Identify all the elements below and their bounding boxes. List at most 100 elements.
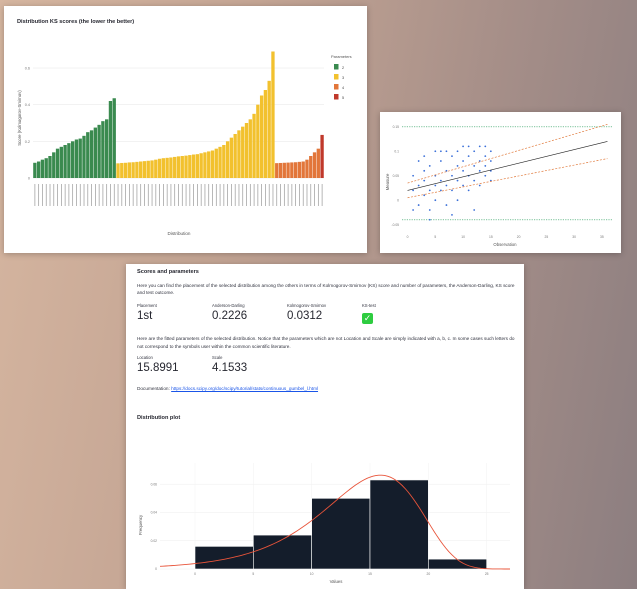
reg-point xyxy=(428,189,431,192)
dist-ytick-label: 0 xyxy=(155,567,157,571)
legend-swatch xyxy=(334,64,339,70)
ks-value: 0.0312 xyxy=(287,310,323,323)
placement-value: 1st xyxy=(137,310,153,323)
ks-bar xyxy=(271,51,275,178)
placement-label: Placement xyxy=(137,303,157,309)
dist-xtick-label: 20 xyxy=(426,572,430,576)
scores-heading: Scores and parameters xyxy=(137,269,199,275)
ks-bar xyxy=(241,126,245,178)
reg-point xyxy=(417,204,420,206)
reg-point xyxy=(451,213,453,216)
reg-point xyxy=(489,150,492,153)
reg-point xyxy=(462,145,464,148)
ks-bar xyxy=(297,161,302,178)
ks-bar xyxy=(267,80,271,178)
dist-xtick-label: 15 xyxy=(368,572,372,576)
ks-bar xyxy=(131,162,135,178)
ks-bar xyxy=(233,134,237,178)
legend-title: Parameters xyxy=(331,54,352,59)
dist-xtick-label: 5 xyxy=(252,572,254,576)
scores-intro: Here you can find the placement of the s… xyxy=(137,283,515,296)
distribution-layer: 0 0.02 0.04 0.06 0 5 10 15 20 25 xyxy=(151,463,510,576)
histogram-bar xyxy=(369,479,429,570)
reg-point xyxy=(473,209,476,211)
ks-bar xyxy=(199,153,203,178)
ks-bar xyxy=(312,152,317,178)
dist-xlabel: Values xyxy=(330,579,343,584)
reg-point xyxy=(484,155,487,158)
legend-label: 2 xyxy=(342,66,344,70)
documentation-link[interactable]: https://docs.scipy.org/doc/scipy/tutoria… xyxy=(171,386,318,391)
reg-ylabel: Measure xyxy=(385,173,390,190)
reg-xtick-label: 30 xyxy=(572,235,576,239)
ks-bar xyxy=(316,148,320,178)
location-label: Location xyxy=(137,354,153,360)
ks-bar xyxy=(135,161,139,178)
reg-upper-band xyxy=(407,124,608,184)
ks-test-label: KS-test xyxy=(362,303,376,309)
ks-chart-title: Distribution KS scores (the lower the be… xyxy=(17,19,134,25)
ks-bar xyxy=(44,158,48,178)
reg-point xyxy=(445,184,448,187)
params-text: Here are the fitted parameters of the se… xyxy=(137,336,515,349)
ks-bar xyxy=(305,159,309,178)
reg-point xyxy=(434,184,437,187)
anderson-darling-value: 0.2226 xyxy=(212,310,248,323)
ks-bar xyxy=(195,154,200,178)
reg-point xyxy=(467,155,470,158)
ks-bar xyxy=(67,143,71,178)
ks-bar xyxy=(173,156,177,178)
reg-point xyxy=(445,169,448,172)
reg-point xyxy=(484,145,487,148)
results-panel: Scores and parameters Here you can find … xyxy=(126,264,524,589)
reg-point xyxy=(456,165,459,167)
reg-point xyxy=(456,199,459,202)
reg-point xyxy=(423,179,426,182)
ks-bar xyxy=(139,161,143,178)
ks-bar xyxy=(78,138,82,178)
ks-bar xyxy=(116,163,120,178)
ks-ylabel: Score (Kolmogorov-Smirnov) xyxy=(17,90,22,146)
reg-point xyxy=(473,165,476,167)
reg-point xyxy=(456,179,459,182)
reg-xtick-label: 5 xyxy=(434,235,436,239)
reg-ytick-label: 0.1 xyxy=(394,149,399,153)
reg-point xyxy=(439,160,442,162)
ks-bar xyxy=(286,162,290,178)
ks-bar xyxy=(142,161,147,178)
dist-xtick-label: 0 xyxy=(194,572,196,576)
reg-point xyxy=(412,174,415,177)
ks-bar xyxy=(275,163,279,178)
ks-bar xyxy=(169,157,173,178)
ks-bar xyxy=(256,104,260,178)
ks-bar xyxy=(157,158,162,178)
ks-bar xyxy=(36,161,41,178)
ks-bar xyxy=(89,130,94,178)
ks-bar xyxy=(93,127,97,178)
anderson-darling-label: Anderson-Darling xyxy=(212,303,245,309)
ks-bar xyxy=(222,145,226,178)
ks-bar xyxy=(154,159,158,178)
ks-bar xyxy=(278,162,283,178)
reg-xtick-label: 25 xyxy=(545,235,549,239)
ks-bar xyxy=(188,155,192,178)
ks-bar xyxy=(180,156,184,178)
reg-point xyxy=(417,184,420,187)
scale-label: Scale xyxy=(212,354,223,360)
ks-bar xyxy=(263,90,268,178)
reg-point xyxy=(451,155,453,158)
reg-point xyxy=(428,165,431,167)
histogram-bar xyxy=(194,546,254,570)
reg-point xyxy=(462,169,464,172)
dist-xtick-label: 25 xyxy=(485,572,489,576)
ks-bar xyxy=(33,162,37,178)
ks-bar xyxy=(248,119,252,178)
scale-value: 4.1533 xyxy=(212,361,248,374)
legend-label: 4 xyxy=(342,86,344,90)
reg-point xyxy=(478,145,481,148)
ks-bar xyxy=(105,119,109,178)
ks-bar xyxy=(48,156,52,178)
ks-bars xyxy=(33,51,324,206)
reg-point xyxy=(467,145,470,148)
reg-point xyxy=(467,189,470,192)
